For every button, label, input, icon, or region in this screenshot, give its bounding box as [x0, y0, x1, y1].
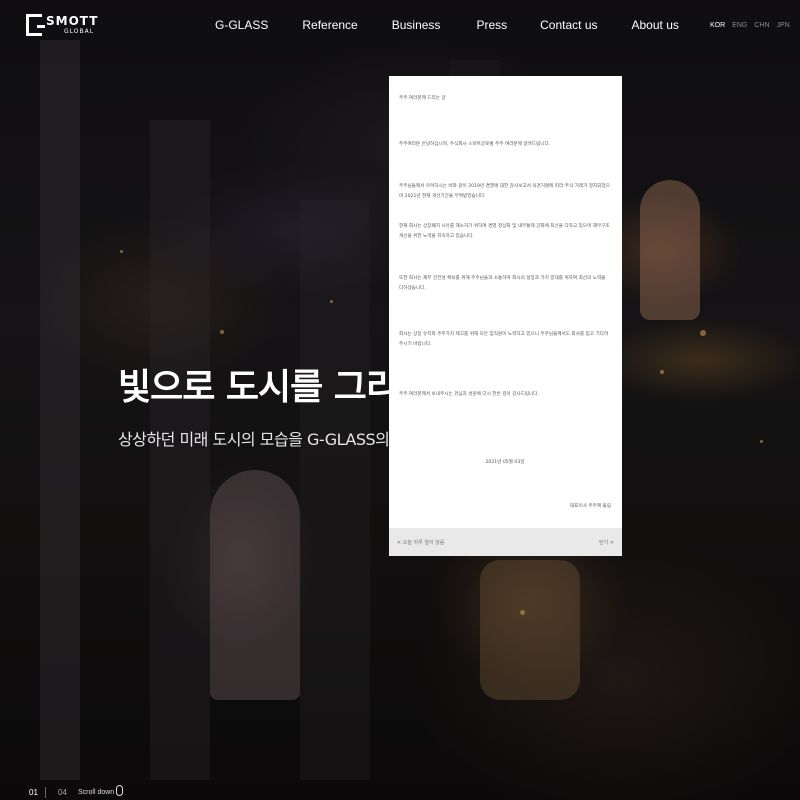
nav-item-contact-us[interactable]: Contact us — [540, 18, 597, 32]
notice-paragraph: 주주님들께서 우려하시는 바와 같이 2019년 경영에 대한 감사보고서 의견… — [399, 184, 610, 199]
logo-g-icon — [26, 14, 45, 36]
notice-paragraph: 현재 회사는 상장폐지 사유를 해소하기 위하여 경영 정상화 및 내부통제 강… — [399, 224, 610, 239]
notice-popup: 주주 여러분께 드리는 글 주주여러분 안녕하십니까, 주식회사 스마트글로벌 … — [389, 76, 622, 556]
close-popup-button[interactable]: 닫기 ✕ — [599, 539, 614, 546]
current-page-number: 01 — [29, 788, 38, 797]
notice-date: 2021년 05월 03일 — [485, 460, 525, 465]
mouse-scroll-icon[interactable] — [116, 785, 123, 796]
nav-item-business[interactable]: Business — [392, 18, 441, 32]
nav-item-about-us[interactable]: About us — [632, 18, 679, 32]
scroll-down-label[interactable]: Scroll down — [78, 789, 114, 796]
site-header: SMOTT GLOBAL G-GLASS Reference Business … — [0, 0, 800, 54]
main-nav: G-GLASS Reference Business Press Contact… — [215, 18, 679, 32]
bottom-bar: 01 04 Scroll down — [0, 784, 800, 800]
lang-kor[interactable]: KOR — [710, 22, 725, 29]
language-switcher: KOR ENG CHN JPN — [710, 22, 790, 29]
lang-eng[interactable]: ENG — [732, 22, 747, 29]
nav-item-press[interactable]: Press — [476, 18, 507, 32]
notice-paragraph: 주주여러분 안녕하십니까, 주식회사 스마트글로벌 주주 여러분께 알려드립니다… — [399, 142, 551, 147]
lang-jpn[interactable]: JPN — [777, 22, 790, 29]
notice-signature: 대표이사 주주께 올림 — [570, 504, 611, 509]
logo-subtitle: GLOBAL — [64, 28, 95, 35]
notice-greeting: 주주 여러분께 드리는 글 — [399, 96, 446, 101]
total-page-number: 04 — [58, 788, 67, 797]
logo-wordmark: SMOTT — [46, 14, 99, 28]
notice-paragraph: 주주 여러분께서 보내주시는 관심과 성원에 다시 한번 깊이 감사드립니다. — [399, 392, 539, 397]
notice-paragraph: 회사는 상장 유지와 주주가치 제고를 위해 모든 임직원이 노력하고 있으니 … — [399, 332, 609, 347]
nav-item-g-glass[interactable]: G-GLASS — [215, 18, 268, 32]
pager-divider — [45, 787, 46, 798]
smott-logo[interactable]: SMOTT GLOBAL — [26, 14, 98, 36]
notice-paragraph: 또한 회사는 재무 건전성 확보를 위해 주주님들과 소통하며 회사의 성장과 … — [399, 276, 606, 291]
hero-title: 빛으로 도시를 그리다 — [118, 367, 431, 408]
notice-footer: ✕ 오늘 하루 열지 않음 닫기 ✕ — [389, 528, 622, 556]
dont-show-today-button[interactable]: ✕ 오늘 하루 열지 않음 — [397, 539, 444, 546]
nav-item-reference[interactable]: Reference — [302, 18, 357, 32]
lang-chn[interactable]: CHN — [754, 22, 769, 29]
